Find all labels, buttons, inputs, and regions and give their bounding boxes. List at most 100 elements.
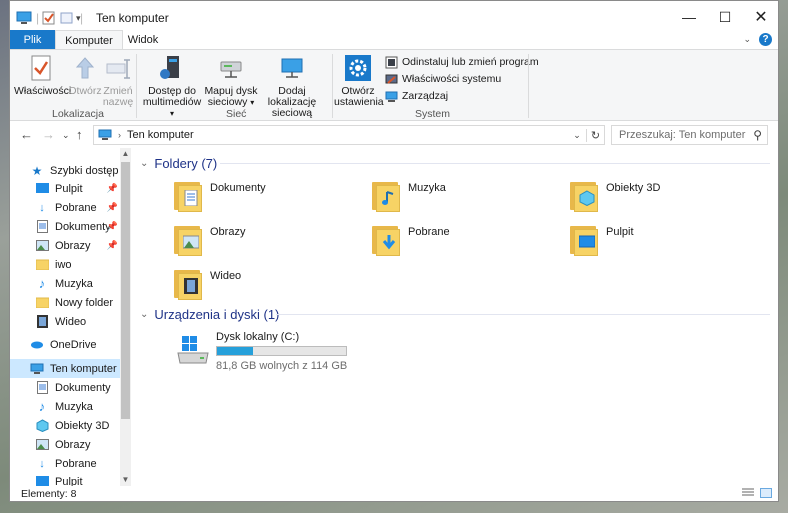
nav-item-pobrane[interactable]: ↓ Pobrane 📌: [10, 198, 120, 217]
pictures-folder-icon: [174, 222, 204, 256]
add-network-location-label-2: sieciową: [271, 107, 313, 119]
section-folders-header[interactable]: ⌄ Foldery (7): [140, 153, 217, 173]
search-icon[interactable]: ⚲: [753, 128, 762, 142]
folder-icon: [35, 258, 49, 272]
qa-properties-icon[interactable]: [42, 10, 56, 26]
media-access-button[interactable]: Dostęp do multimediów ▾: [140, 54, 204, 119]
tab-file[interactable]: Plik: [10, 30, 55, 50]
collapse-ribbon-chevron-icon[interactable]: ⌄: [743, 34, 751, 45]
collapse-chevron-icon[interactable]: ⌄: [140, 309, 148, 320]
media-dropdown-icon: ▾: [169, 109, 174, 118]
pin-icon[interactable]: 📌: [107, 221, 118, 232]
search-input[interactable]: Przeszukaj: Ten komputer ⚲: [611, 125, 768, 145]
system-properties-button[interactable]: Właściwości systemu: [385, 71, 501, 87]
open-button[interactable]: Otwórz: [68, 54, 102, 97]
nav-item-dokumenty[interactable]: Dokumenty 📌: [10, 217, 120, 236]
folder-label: Obiekty 3D: [606, 182, 661, 194]
properties-button[interactable]: Właściwości: [14, 54, 71, 97]
folder-obiekty-3d[interactable]: Obiekty 3D: [570, 178, 760, 218]
scroll-down-arrow-icon[interactable]: ▼: [120, 474, 131, 486]
manage-label: Zarządzaj: [402, 90, 449, 102]
folder-label: Dokumenty: [210, 182, 266, 194]
section-divider: [220, 163, 770, 164]
scroll-thumb[interactable]: [121, 162, 130, 419]
documents-folder-icon: [174, 178, 204, 212]
nav-pc-obiekty-3d[interactable]: Obiekty 3D: [10, 416, 120, 435]
status-bar: Elementy: 8: [10, 486, 778, 503]
breadcrumb-this-pc[interactable]: Ten komputer: [127, 129, 194, 141]
qa-separator-2: |: [80, 11, 84, 25]
folder-wideo[interactable]: Wideo: [174, 266, 364, 306]
group-separator-2: [332, 54, 333, 118]
nav-item-label: Muzyka: [55, 400, 93, 413]
address-bar[interactable]: › Ten komputer ⌄ ↻: [93, 125, 605, 145]
nav-item-nowy-folder[interactable]: Nowy folder: [10, 293, 120, 312]
ribbon-tabs: Plik Komputer Widok ⌄ ?: [10, 30, 778, 50]
nav-item-iwo[interactable]: iwo: [10, 255, 120, 274]
section-divider: [276, 314, 770, 315]
address-dropdown-chevron-icon[interactable]: ⌄: [568, 130, 586, 141]
nav-this-pc-label: Ten komputer: [50, 362, 117, 375]
nav-quick-access[interactable]: ★ Szybki dostęp: [10, 161, 120, 180]
add-network-location-button[interactable]: Dodaj lokalizację sieciową: [256, 54, 328, 119]
nav-pc-pobrane[interactable]: ↓ Pobrane: [10, 454, 120, 473]
music-folder-icon: [372, 178, 402, 212]
folder-pobrane[interactable]: Pobrane: [372, 222, 562, 262]
nav-item-label: Dokumenty: [55, 220, 111, 233]
folder-pulpit[interactable]: Pulpit: [570, 222, 760, 262]
scroll-up-arrow-icon[interactable]: ▲: [120, 148, 131, 160]
tab-view[interactable]: Widok: [123, 30, 163, 50]
forward-arrow-icon[interactable]: →: [42, 127, 55, 142]
map-drive-button[interactable]: Mapuj dysk sieciowy ▾: [204, 54, 258, 108]
uninstall-program-button[interactable]: Odinstaluj lub zmień program: [385, 54, 539, 70]
folder-dokumenty[interactable]: Dokumenty: [174, 178, 364, 218]
pin-icon[interactable]: 📌: [107, 202, 118, 213]
nav-item-pulpit[interactable]: Pulpit 📌: [10, 179, 120, 198]
help-icon[interactable]: ?: [759, 33, 772, 46]
nav-item-wideo[interactable]: Wideo: [10, 312, 120, 331]
download-arrow-icon: ↓: [39, 201, 45, 214]
close-button[interactable]: ✕: [738, 1, 784, 33]
rename-button[interactable]: Zmień nazwę: [102, 54, 134, 108]
folder-muzyka[interactable]: Muzyka: [372, 178, 562, 218]
nav-pc-pulpit[interactable]: Pulpit: [10, 472, 120, 486]
large-icons-view-icon[interactable]: [760, 488, 772, 498]
nav-pc-obrazy[interactable]: Obrazy: [10, 435, 120, 454]
recent-locations-chevron-icon[interactable]: ⌄: [62, 130, 70, 141]
system-properties-label: Właściwości systemu: [402, 73, 502, 85]
refresh-icon[interactable]: ↻: [586, 128, 604, 142]
nav-pc-muzyka[interactable]: ♪ Muzyka: [10, 397, 120, 416]
nav-this-pc[interactable]: Ten komputer: [10, 359, 120, 378]
pin-icon[interactable]: 📌: [107, 240, 118, 251]
drive-usage-fill: [217, 347, 254, 355]
desktop-icon: [35, 475, 49, 486]
nav-pc-dokumenty[interactable]: Dokumenty: [10, 378, 120, 397]
up-arrow-icon[interactable]: ↑: [76, 127, 83, 142]
pin-icon[interactable]: 📌: [107, 183, 118, 194]
cloud-icon: [30, 338, 44, 352]
tab-computer[interactable]: Komputer: [55, 30, 123, 50]
back-arrow-icon[interactable]: ←: [20, 127, 33, 142]
download-arrow-icon: ↓: [39, 457, 45, 470]
qa-new-folder-icon[interactable]: [60, 10, 74, 26]
this-pc-icon: [98, 129, 112, 140]
nav-onedrive[interactable]: OneDrive: [10, 335, 120, 354]
open-settings-button[interactable]: Otwórz ustawienia: [334, 54, 384, 108]
documents-icon: [35, 381, 49, 395]
drive-local-c[interactable]: Dysk lokalny (C:) 81,8 GB wolnych z 114 …: [176, 331, 366, 373]
folder-label: Pulpit: [606, 226, 634, 238]
content-pane: ⌄ Foldery (7) Dokumenty Muzyka Obiekty 3…: [136, 148, 779, 486]
folder-obrazy[interactable]: Obrazy: [174, 222, 364, 262]
folder-label: Obrazy: [210, 226, 246, 238]
breadcrumb-chevron-icon[interactable]: ›: [118, 130, 121, 140]
manage-button[interactable]: Zarządzaj: [385, 88, 448, 104]
window-pc-icon[interactable]: [16, 10, 32, 26]
collapse-chevron-icon[interactable]: ⌄: [140, 158, 148, 169]
details-view-icon[interactable]: [742, 488, 754, 498]
cube-3d-icon: [35, 419, 49, 433]
section-drives-header[interactable]: ⌄ Urządzenia i dyski (1): [140, 304, 279, 324]
sidebar-scrollbar[interactable]: ▲ ▼: [120, 148, 131, 486]
nav-item-obrazy[interactable]: Obrazy 📌: [10, 236, 120, 255]
open-label: Otwórz: [68, 85, 102, 97]
nav-item-muzyka[interactable]: ♪ Muzyka: [10, 274, 120, 293]
